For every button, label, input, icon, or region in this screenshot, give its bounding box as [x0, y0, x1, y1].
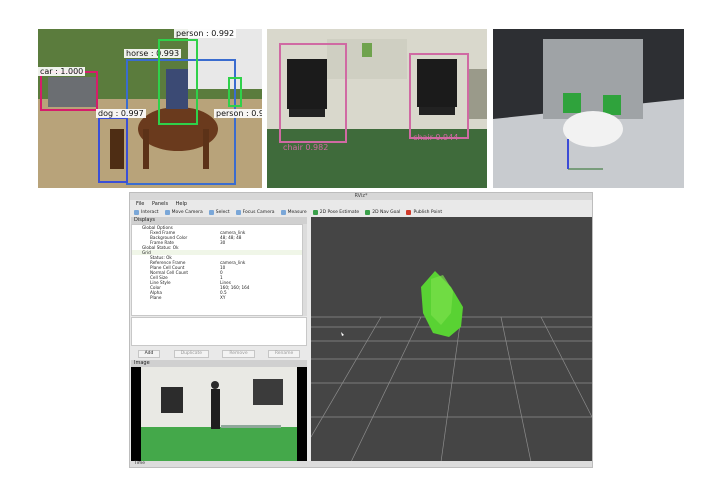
status-bar: Time	[130, 461, 592, 467]
detection-photo-chairs: chair 0.982 chair 0.944	[267, 29, 487, 188]
select-label: Select	[215, 210, 230, 215]
menu-file[interactable]: File	[136, 201, 144, 207]
interact-button[interactable]: Interact	[134, 208, 159, 217]
cursor-icon	[134, 210, 139, 215]
menu-bar: File Panels Help	[130, 200, 592, 208]
displays-scrollbar[interactable]	[303, 224, 307, 316]
pose-estimate-label: 2D Pose Estimate	[319, 210, 360, 215]
3d-viewport[interactable]	[311, 217, 592, 462]
goal-icon	[365, 210, 371, 215]
tree-key: Plane	[150, 295, 162, 300]
select-icon	[208, 210, 214, 215]
person-detection-label-1: person : 0.992	[174, 29, 237, 38]
menu-panels[interactable]: Panels	[152, 201, 168, 207]
interact-label: Interact	[141, 210, 159, 215]
dog-detection-box	[98, 117, 128, 183]
image-panel-header: Image	[131, 360, 307, 367]
chair-detection-label-2: chair 0.944	[413, 133, 459, 142]
nav-goal-label: 2D Nav Goal	[372, 210, 401, 215]
focus-camera-button[interactable]: Focus Camera	[235, 208, 275, 217]
focus-camera-label: Focus Camera	[242, 210, 275, 215]
pointcloud-3d-view	[493, 29, 684, 188]
nav-goal-button[interactable]: 2D Nav Goal	[365, 208, 400, 217]
person-detection-label-2: person : 0.979	[214, 109, 262, 118]
publish-point-button[interactable]: Publish Point	[406, 208, 442, 217]
description-pane	[131, 317, 307, 346]
chair-detection-box-2	[409, 53, 469, 139]
tree-row[interactable]: Plane XY	[132, 295, 302, 300]
displays-tree: Global Options Fixed Frame camera_link Ba…	[131, 224, 303, 316]
select-button[interactable]: Select	[208, 208, 230, 217]
camera-icon	[164, 210, 170, 215]
person-detection-box-2	[228, 77, 242, 107]
pin-icon	[406, 210, 412, 215]
pose-estimate-button[interactable]: 2D Pose Estimate	[312, 208, 360, 217]
move-camera-label: Move Camera	[171, 210, 203, 215]
tree-value: XY	[220, 295, 226, 300]
person-detection-box-1	[158, 39, 198, 125]
menu-help[interactable]: Help	[176, 201, 187, 207]
ruler-icon	[280, 210, 286, 215]
viewport-grid	[311, 217, 592, 462]
chair-detection-label-1: chair 0.982	[283, 143, 329, 152]
move-camera-button[interactable]: Move Camera	[164, 208, 203, 217]
displays-header: Displays	[131, 217, 307, 224]
left-panels: Displays Global Options Fixed Frame camer…	[131, 217, 307, 463]
duplicate-display-button[interactable]: Duplicate	[173, 349, 210, 358]
remove-display-button[interactable]: Remove	[222, 349, 255, 358]
car-detection-box	[40, 71, 98, 111]
display-buttons: Add Duplicate Remove Rename	[131, 349, 307, 358]
measure-button[interactable]: Measure	[280, 208, 307, 217]
chair-detection-box-1	[279, 43, 347, 143]
image-panel	[131, 367, 307, 463]
arrow-icon	[312, 210, 318, 215]
toolbar: Interact Move Camera Select Focus Camera…	[130, 208, 592, 217]
rviz-window: RViz* File Panels Help Interact Move Cam…	[129, 192, 593, 468]
car-detection-label: car : 1.000	[38, 67, 86, 76]
pointcloud-scene	[493, 29, 684, 188]
camera-image	[141, 367, 297, 463]
dog-detection-label: dog : 0.997	[96, 109, 146, 118]
focus-icon	[235, 210, 241, 215]
rename-display-button[interactable]: Rename	[267, 349, 301, 358]
measure-label: Measure	[287, 210, 307, 215]
publish-point-label: Publish Point	[413, 210, 443, 215]
add-display-button[interactable]: Add	[137, 349, 161, 358]
detection-photo-animals: car : 1.000 horse : 0.993 person : 0.992…	[38, 29, 262, 188]
window-title: RViz*	[130, 193, 592, 200]
